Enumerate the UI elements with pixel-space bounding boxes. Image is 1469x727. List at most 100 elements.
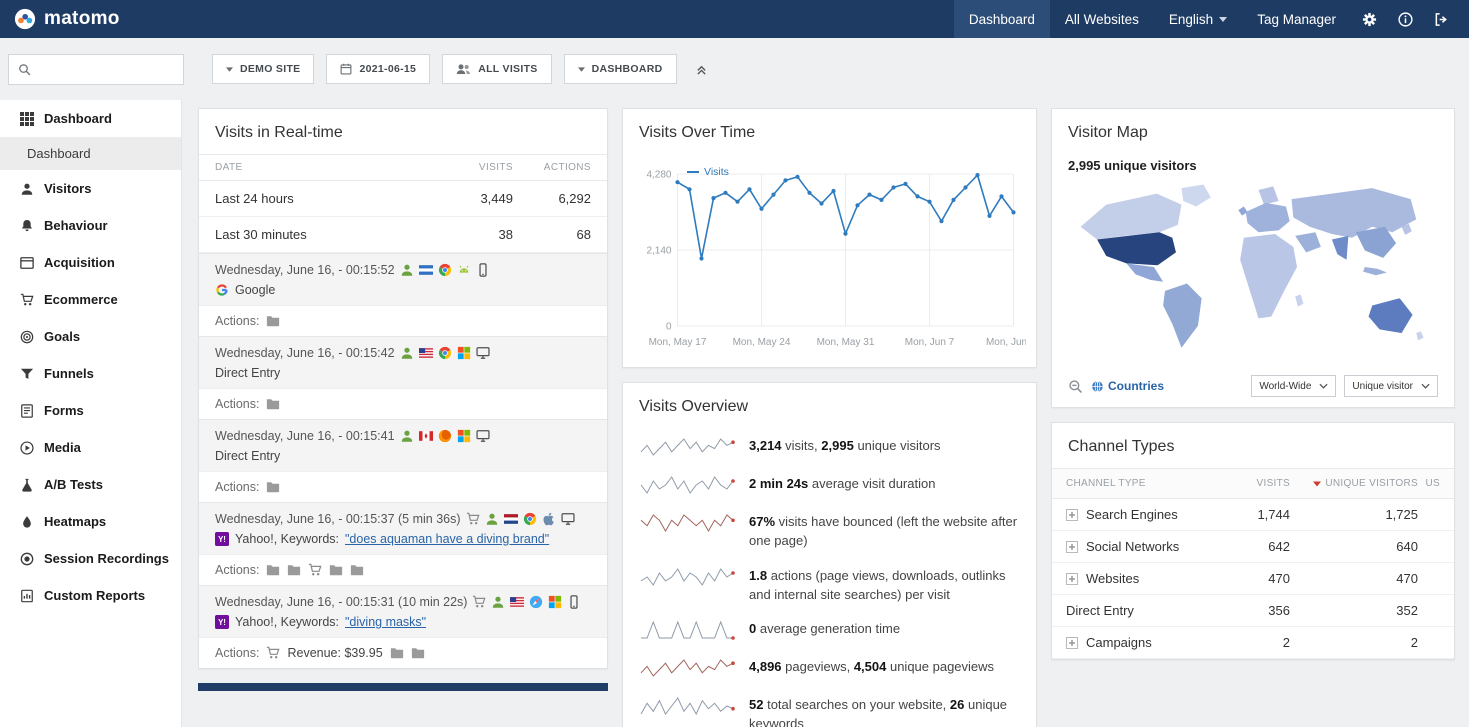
region-select[interactable]: World-Wide xyxy=(1251,375,1337,397)
search-icon xyxy=(18,63,31,76)
expand-plus-icon[interactable] xyxy=(1066,508,1078,521)
user-icon xyxy=(20,182,34,196)
map-central-america xyxy=(1126,263,1164,282)
matomo-logo-icon xyxy=(14,8,36,30)
region-select-value: World-Wide xyxy=(1259,380,1312,392)
sidebar-item-label: Behaviour xyxy=(44,218,108,233)
col-unique-visitors-label: UNIQUE VISITORS xyxy=(1325,478,1418,489)
channel-label[interactable]: Direct Entry xyxy=(1066,603,1134,618)
visit-meta: Wednesday, June 16, - 00:15:31 (10 min 2… xyxy=(215,595,591,609)
sidebar-item-forms[interactable]: Forms xyxy=(0,392,181,429)
channel-unique-visitors: 2 xyxy=(1290,635,1418,650)
actions-label: Actions: xyxy=(215,480,260,494)
sidebar-item-a-b-tests[interactable]: A/B Tests xyxy=(0,466,181,503)
expand-plus-icon[interactable] xyxy=(1066,636,1078,649)
toolbar-all-visits-button[interactable]: ALL VISITS xyxy=(442,54,552,84)
nav-item-english[interactable]: English xyxy=(1154,0,1242,38)
map-middle-east xyxy=(1295,232,1321,253)
col-visits: VISITS xyxy=(478,162,513,173)
expand-plus-icon[interactable] xyxy=(1066,540,1078,553)
col-channel-visits[interactable]: VISITS xyxy=(1204,478,1290,489)
nav-item-dashboard[interactable]: Dashboard xyxy=(953,0,1050,38)
sidebar-item-dashboard-sub[interactable]: Dashboard xyxy=(0,137,181,170)
referrer-text: Yahoo!, Keywords: xyxy=(235,532,339,546)
toolbar-2021-06-15-button[interactable]: 2021-06-15 xyxy=(326,54,431,84)
sidebar-item-media[interactable]: Media xyxy=(0,429,181,466)
sidebar-item-custom-reports[interactable]: Custom Reports xyxy=(0,577,181,614)
sparkline[interactable] xyxy=(639,511,735,535)
channel-label[interactable]: Websites xyxy=(1086,571,1139,586)
chrome-icon xyxy=(438,346,452,360)
channel-label[interactable]: Social Networks xyxy=(1086,539,1179,554)
matomo-brand[interactable]: matomo xyxy=(14,8,120,30)
folder-icon xyxy=(390,646,404,660)
help-button[interactable] xyxy=(1387,0,1423,38)
metric-select[interactable]: Unique visitor xyxy=(1344,375,1438,397)
visits-over-time-chart[interactable]: 0 2,140 4,280 Mon, May 17 Mon, May 24 Mon, Ma… xyxy=(633,156,1041,359)
keyword-link[interactable]: "does aquaman have a diving brand" xyxy=(345,532,549,546)
settings-button[interactable] xyxy=(1351,0,1387,38)
map-new-zealand xyxy=(1416,331,1424,341)
nav-item-all-websites[interactable]: All Websites xyxy=(1050,0,1154,38)
visits-over-time-body: Visits 0 2,140 4,280 Mon, May 17 Mon, May 24… xyxy=(623,154,1041,367)
col-channel-type[interactable]: CHANNEL TYPE xyxy=(1066,478,1204,489)
sparkline[interactable] xyxy=(639,565,735,589)
channel-label[interactable]: Search Engines xyxy=(1086,507,1178,522)
unique-visitors-headline: 2,995 unique visitors xyxy=(1068,158,1197,173)
zoom-out-icon[interactable] xyxy=(1068,379,1083,394)
sidebar-item-funnels[interactable]: Funnels xyxy=(0,355,181,392)
metric-label: total searches on your website, xyxy=(763,697,950,713)
world-map[interactable] xyxy=(1068,179,1438,367)
channel-label[interactable]: Campaigns xyxy=(1086,635,1152,650)
sidebar-item-visitors[interactable]: Visitors xyxy=(0,170,181,207)
widget-title-channel-types: Channel Types xyxy=(1068,438,1175,455)
toolbar-button-label: DEMO SITE xyxy=(240,63,301,75)
dashboard-column-1: Visits in Real-time DATE VISITS ACTIONS … xyxy=(198,108,608,691)
search-input[interactable] xyxy=(38,62,174,76)
sparkline[interactable] xyxy=(639,473,735,497)
col-users-clipped[interactable]: US xyxy=(1418,478,1440,489)
sparkline[interactable] xyxy=(639,618,735,642)
referrer-text: Direct Entry xyxy=(215,366,281,380)
cart-icon xyxy=(308,563,323,577)
sidebar-item-behaviour[interactable]: Behaviour xyxy=(0,207,181,244)
sidebar-item-goals[interactable]: Goals xyxy=(0,318,181,355)
actions-label: Actions: xyxy=(215,397,260,411)
visit-actions: Actions: xyxy=(199,471,607,502)
keyword-link[interactable]: "diving masks" xyxy=(345,615,426,629)
referrer-text: Google xyxy=(235,283,276,297)
nav-item-tag-manager[interactable]: Tag Manager xyxy=(1242,0,1351,38)
sparkline[interactable] xyxy=(639,694,735,718)
channel-types-widget: Channel Types CHANNEL TYPE VISITS UNIQUE… xyxy=(1051,422,1455,660)
sparkline[interactable] xyxy=(639,435,735,459)
sidebar-item-heatmaps[interactable]: Heatmaps xyxy=(0,503,181,540)
toolbar-demo-site-button[interactable]: DEMO SITE xyxy=(212,54,315,84)
signout-button[interactable] xyxy=(1423,0,1459,38)
metric-select-value: Unique visitor xyxy=(1352,380,1413,392)
folder-icon xyxy=(266,397,280,411)
channel-unique-value: 1,725 xyxy=(1385,507,1418,522)
android-icon xyxy=(457,263,471,277)
col-unique-visitors[interactable]: UNIQUE VISITORS xyxy=(1290,478,1418,489)
sidebar-item-dashboard[interactable]: Dashboard xyxy=(0,100,181,137)
expand-plus-icon[interactable] xyxy=(1066,572,1078,585)
user-icon xyxy=(491,595,505,609)
sidebar-item-label: A/B Tests xyxy=(44,477,103,492)
site-search xyxy=(8,53,184,85)
countries-link[interactable]: Countries xyxy=(1091,379,1164,393)
visit-entry: Wednesday, June 16, - 00:15:37 (5 min 36… xyxy=(199,502,607,554)
sidebar-item-label: Dashboard xyxy=(44,111,112,126)
report-icon xyxy=(20,589,34,603)
sidebar-item-session-recordings[interactable]: Session Recordings xyxy=(0,540,181,577)
toolbar-dashboard-button[interactable]: DASHBOARD xyxy=(563,54,677,84)
chrome-icon xyxy=(523,512,537,526)
sparkline[interactable] xyxy=(639,656,735,680)
sidebar-item-ecommerce[interactable]: Ecommerce xyxy=(0,281,181,318)
sidebar-item-acquisition[interactable]: Acquisition xyxy=(0,244,181,281)
overview-metric-row: 0 average generation time xyxy=(623,611,1036,649)
collapse-selector-button[interactable] xyxy=(689,54,715,84)
visitor-map-widget: Visitor Map 2,995 unique visitors Countr… xyxy=(1051,108,1455,408)
channel-row-social-networks: Social Networks 642 640 xyxy=(1052,531,1454,563)
svg-text:Y!: Y! xyxy=(218,535,226,544)
cart-icon xyxy=(472,595,487,609)
